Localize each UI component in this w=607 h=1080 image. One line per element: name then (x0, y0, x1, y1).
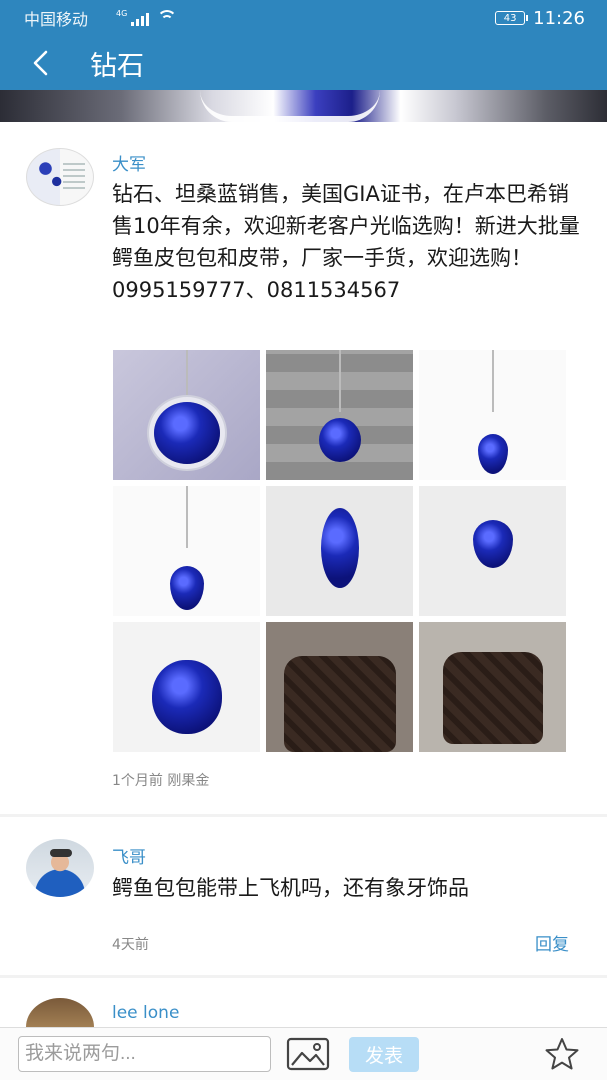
app-bar: 钻石 (0, 36, 607, 90)
avatar[interactable] (26, 148, 94, 206)
star-icon (545, 1038, 579, 1070)
comment-author[interactable]: lee lone (112, 1003, 179, 1023)
photo-thumbnail[interactable] (113, 486, 260, 616)
post-text: 钻石、坦桑蓝销售，美国GIA证书，在卢本巴希销售10年有余，欢迎新老客户光临选购… (112, 182, 580, 302)
send-button[interactable]: 发表 (349, 1036, 419, 1072)
comment-author[interactable]: 飞哥 (112, 843, 146, 868)
comment-input[interactable] (18, 1036, 271, 1072)
comment-composer: 发表 (0, 1027, 607, 1080)
avatar[interactable] (26, 839, 94, 897)
photo-thumbnail[interactable] (266, 486, 413, 616)
photo-thumbnail[interactable] (266, 350, 413, 480)
photo-thumbnail[interactable] (419, 622, 566, 752)
image-icon (286, 1037, 330, 1071)
wifi-icon (157, 10, 178, 26)
reply-button[interactable]: 回复 (535, 930, 569, 955)
post-author[interactable]: 大军 (112, 150, 146, 175)
back-button[interactable] (0, 36, 80, 90)
comment-card: 飞哥 鳄鱼包包能带上飞机吗，还有象牙饰品 4天前 回复 (0, 817, 607, 975)
photo-thumbnail[interactable] (419, 486, 566, 616)
carrier-label: 中国移动 (24, 10, 89, 29)
battery-icon: 43 (495, 11, 529, 25)
back-arrow-icon (33, 50, 48, 76)
favorite-button[interactable] (543, 1035, 581, 1073)
comment-time: 4天前 (112, 937, 149, 953)
clock: 11:26 (533, 7, 585, 29)
status-bar: 中国移动 4G 43 11:26 (0, 0, 607, 36)
header-image (0, 90, 607, 122)
photo-thumbnail[interactable] (113, 622, 260, 752)
post-meta: 1个月前 刚果金 (112, 773, 210, 789)
page-title: 钻石 (90, 50, 144, 82)
photo-thumbnail[interactable] (113, 350, 260, 480)
photo-thumbnail[interactable] (266, 622, 413, 752)
comment-text: 鳄鱼包包能带上飞机吗，还有象牙饰品 (112, 876, 469, 900)
photo-grid (113, 350, 566, 752)
image-button[interactable] (285, 1036, 331, 1072)
signal-icon: 4G (116, 9, 150, 26)
post-card: 大军 钻石、坦桑蓝销售，美国GIA证书，在卢本巴希销售10年有余，欢迎新老客户光… (0, 122, 607, 814)
photo-thumbnail[interactable] (419, 350, 566, 480)
